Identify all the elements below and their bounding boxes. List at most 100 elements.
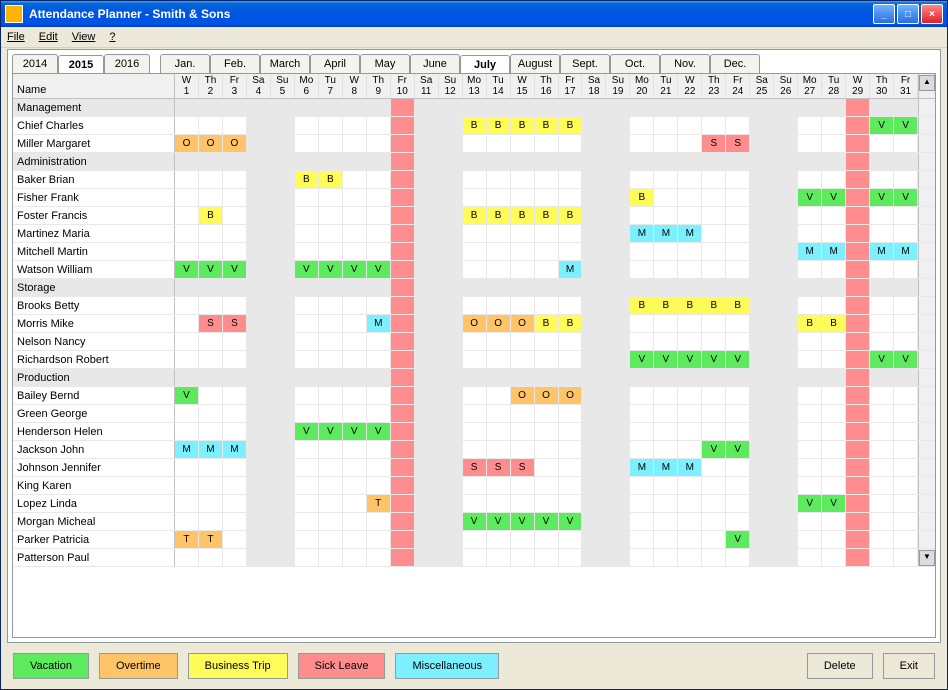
- attendance-cell[interactable]: [415, 351, 439, 368]
- attendance-cell[interactable]: V: [367, 423, 391, 440]
- attendance-cell[interactable]: [726, 477, 750, 494]
- attendance-cell[interactable]: [199, 387, 223, 404]
- attendance-cell[interactable]: [559, 243, 583, 260]
- attendance-cell[interactable]: [654, 423, 678, 440]
- attendance-cell[interactable]: [702, 171, 726, 188]
- attendance-cell[interactable]: [654, 495, 678, 512]
- attendance-cell[interactable]: [175, 171, 199, 188]
- attendance-cell[interactable]: [582, 297, 606, 314]
- attendance-cell[interactable]: [870, 423, 894, 440]
- attendance-cell[interactable]: [463, 441, 487, 458]
- attendance-cell[interactable]: [223, 243, 247, 260]
- attendance-cell[interactable]: [582, 531, 606, 548]
- attendance-cell[interactable]: [870, 405, 894, 422]
- attendance-cell[interactable]: T: [175, 531, 199, 548]
- attendance-cell[interactable]: [535, 225, 559, 242]
- attendance-cell[interactable]: [319, 135, 343, 152]
- attendance-cell[interactable]: [630, 387, 654, 404]
- attendance-cell[interactable]: [678, 441, 702, 458]
- attendance-cell[interactable]: [654, 243, 678, 260]
- attendance-cell[interactable]: [894, 441, 918, 458]
- attendance-cell[interactable]: [319, 477, 343, 494]
- menu-view[interactable]: View: [72, 31, 96, 43]
- attendance-cell[interactable]: [175, 459, 199, 476]
- attendance-cell[interactable]: [271, 225, 295, 242]
- attendance-cell[interactable]: [415, 459, 439, 476]
- attendance-cell[interactable]: [535, 423, 559, 440]
- attendance-cell[interactable]: [894, 261, 918, 278]
- attendance-cell[interactable]: [894, 549, 918, 566]
- attendance-cell[interactable]: [846, 225, 870, 242]
- attendance-cell[interactable]: [606, 261, 630, 278]
- menu-help[interactable]: ?: [109, 31, 115, 43]
- attendance-cell[interactable]: [678, 513, 702, 530]
- attendance-cell[interactable]: V: [678, 351, 702, 368]
- tab-month-feb[interactable]: Feb.: [210, 54, 260, 73]
- attendance-cell[interactable]: [295, 513, 319, 530]
- attendance-cell[interactable]: [702, 207, 726, 224]
- attendance-cell[interactable]: [678, 261, 702, 278]
- attendance-cell[interactable]: V: [175, 261, 199, 278]
- attendance-cell[interactable]: V: [319, 423, 343, 440]
- attendance-cell[interactable]: [726, 207, 750, 224]
- attendance-cell[interactable]: [870, 513, 894, 530]
- attendance-cell[interactable]: [630, 441, 654, 458]
- attendance-cell[interactable]: [415, 297, 439, 314]
- tab-month-april[interactable]: April: [310, 54, 360, 73]
- attendance-cell[interactable]: [846, 189, 870, 206]
- close-button[interactable]: ×: [921, 4, 943, 24]
- attendance-cell[interactable]: [391, 405, 415, 422]
- attendance-cell[interactable]: [630, 135, 654, 152]
- attendance-cell[interactable]: [391, 495, 415, 512]
- attendance-cell[interactable]: [295, 315, 319, 332]
- attendance-cell[interactable]: [439, 315, 463, 332]
- attendance-cell[interactable]: [726, 459, 750, 476]
- attendance-cell[interactable]: V: [199, 261, 223, 278]
- attendance-cell[interactable]: [511, 243, 535, 260]
- attendance-cell[interactable]: [702, 117, 726, 134]
- attendance-cell[interactable]: S: [199, 315, 223, 332]
- attendance-cell[interactable]: V: [295, 423, 319, 440]
- attendance-cell[interactable]: B: [199, 207, 223, 224]
- attendance-cell[interactable]: [822, 423, 846, 440]
- attendance-cell[interactable]: V: [463, 513, 487, 530]
- attendance-cell[interactable]: [726, 117, 750, 134]
- attendance-cell[interactable]: [750, 171, 774, 188]
- attendance-cell[interactable]: [367, 531, 391, 548]
- attendance-cell[interactable]: [319, 333, 343, 350]
- attendance-cell[interactable]: [295, 243, 319, 260]
- attendance-cell[interactable]: [606, 495, 630, 512]
- attendance-cell[interactable]: [367, 333, 391, 350]
- attendance-cell[interactable]: O: [487, 315, 511, 332]
- attendance-cell[interactable]: [319, 495, 343, 512]
- attendance-cell[interactable]: [870, 549, 894, 566]
- attendance-cell[interactable]: [199, 405, 223, 422]
- attendance-cell[interactable]: [439, 423, 463, 440]
- scroll-up-icon[interactable]: ▲: [919, 75, 935, 91]
- attendance-cell[interactable]: [319, 117, 343, 134]
- attendance-cell[interactable]: [702, 189, 726, 206]
- attendance-cell[interactable]: V: [894, 351, 918, 368]
- attendance-cell[interactable]: [367, 441, 391, 458]
- attendance-cell[interactable]: S: [223, 315, 247, 332]
- attendance-cell[interactable]: [319, 405, 343, 422]
- maximize-button[interactable]: □: [897, 4, 919, 24]
- attendance-cell[interactable]: [702, 531, 726, 548]
- attendance-cell[interactable]: [511, 477, 535, 494]
- attendance-cell[interactable]: [798, 333, 822, 350]
- attendance-cell[interactable]: [535, 531, 559, 548]
- attendance-cell[interactable]: [798, 261, 822, 278]
- attendance-cell[interactable]: V: [822, 495, 846, 512]
- attendance-cell[interactable]: M: [654, 225, 678, 242]
- attendance-cell[interactable]: [559, 297, 583, 314]
- attendance-cell[interactable]: M: [199, 441, 223, 458]
- attendance-cell[interactable]: [367, 351, 391, 368]
- attendance-cell[interactable]: [223, 549, 247, 566]
- attendance-cell[interactable]: [511, 405, 535, 422]
- attendance-cell[interactable]: [175, 351, 199, 368]
- attendance-cell[interactable]: [295, 441, 319, 458]
- attendance-cell[interactable]: [487, 261, 511, 278]
- attendance-cell[interactable]: [630, 405, 654, 422]
- attendance-cell[interactable]: [319, 531, 343, 548]
- attendance-cell[interactable]: [463, 477, 487, 494]
